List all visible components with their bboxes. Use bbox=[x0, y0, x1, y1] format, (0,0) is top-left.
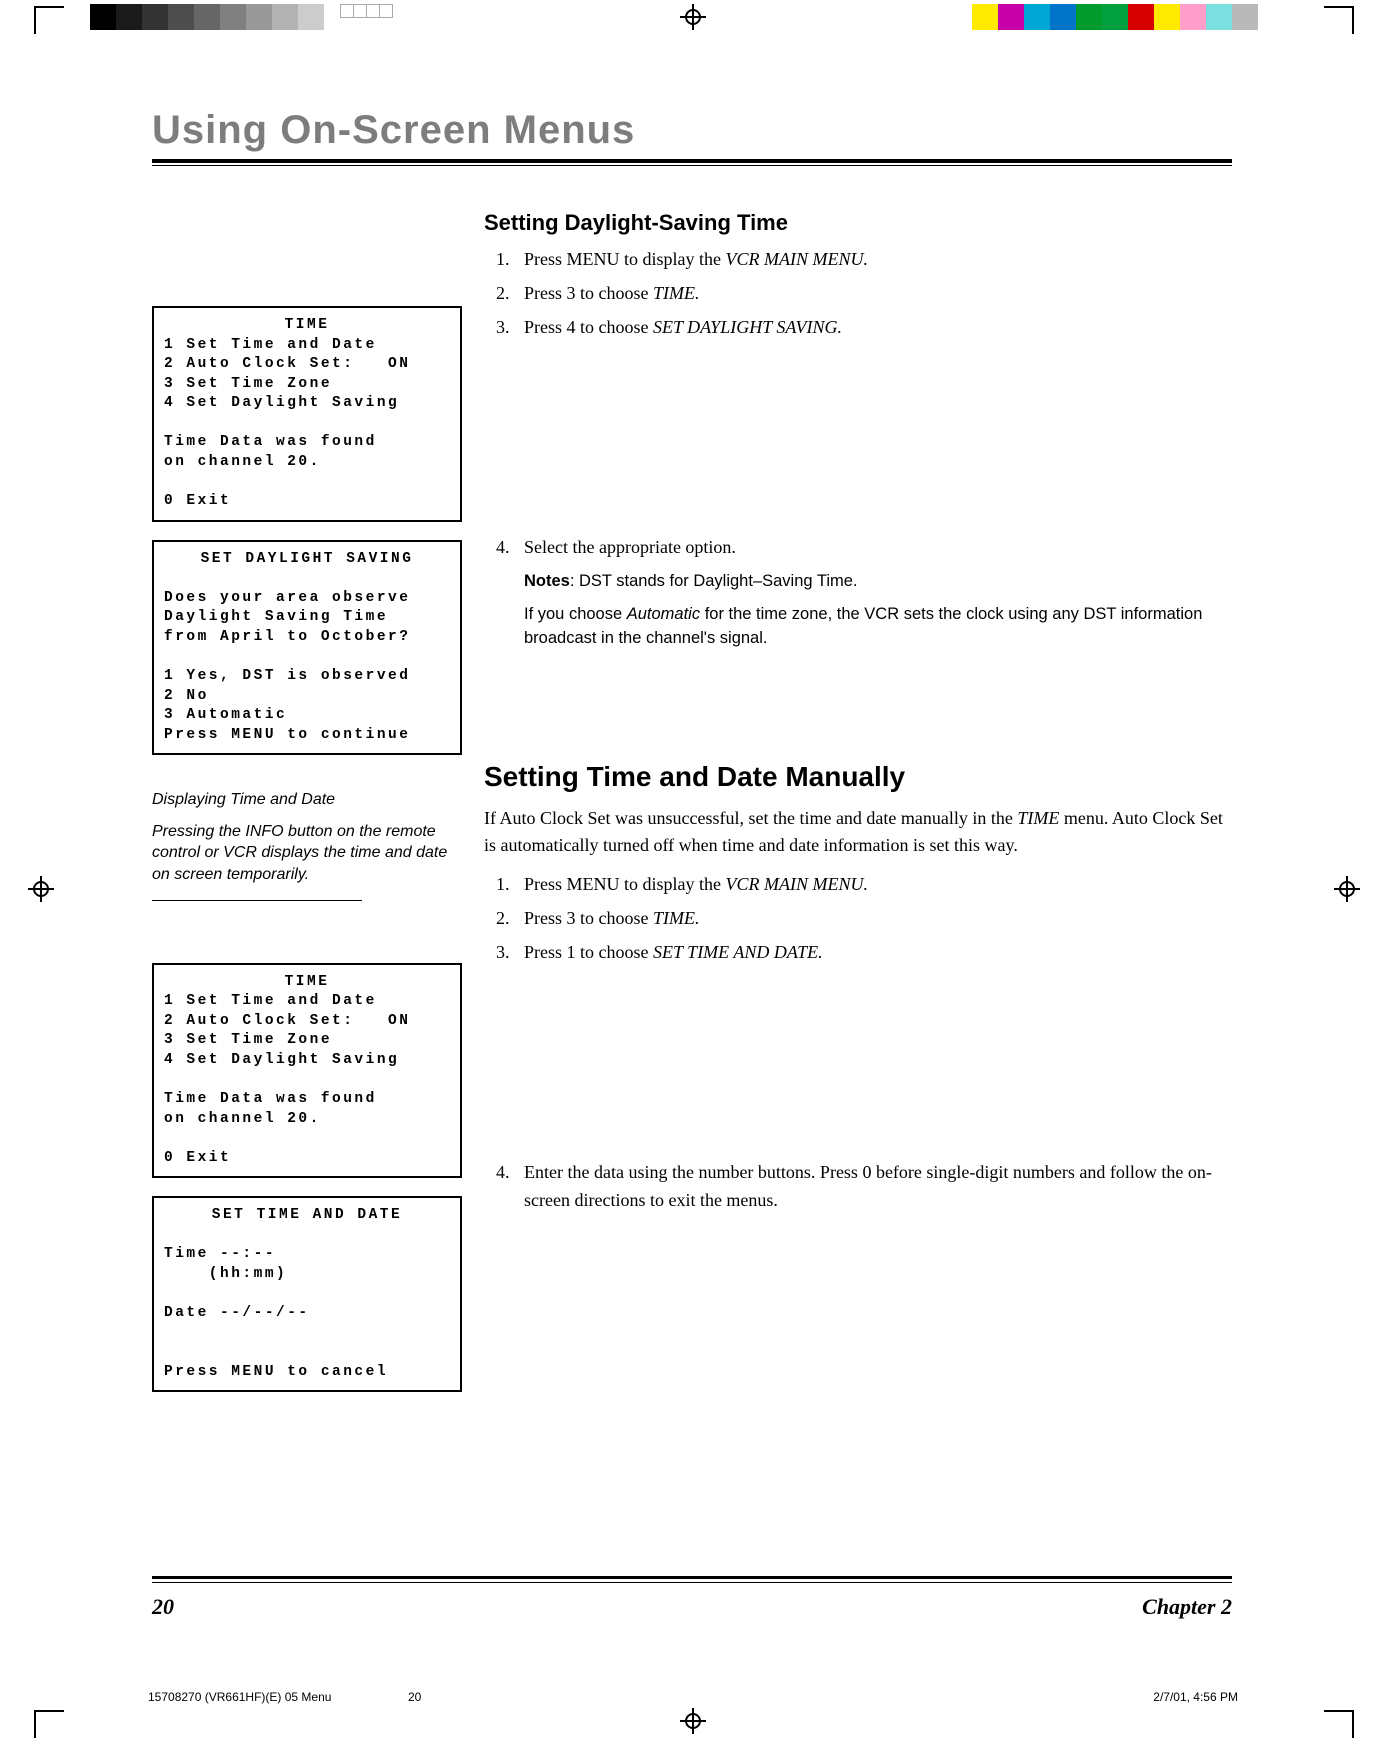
color-swatches bbox=[972, 4, 1258, 35]
printer-marks-top bbox=[0, 0, 1388, 40]
registration-mark-icon bbox=[28, 876, 54, 907]
osd-set-time-date: SET TIME AND DATE Time --:-- (hh:mm) Dat… bbox=[152, 1196, 462, 1392]
divider bbox=[152, 900, 362, 901]
step: Press MENU to display the VCR MAIN MENU. bbox=[514, 246, 1232, 274]
osd-title: SET DAYLIGHT SAVING bbox=[164, 550, 450, 570]
crop-mark-icon bbox=[34, 1710, 64, 1743]
body-paragraph: If Auto Clock Set was unsuccessful, set … bbox=[484, 805, 1232, 859]
footer-rule bbox=[152, 1576, 1232, 1579]
production-footer: 15708270 (VR661HF)(E) 05 Menu 20 2/7/01,… bbox=[148, 1690, 1238, 1704]
grayscale-swatches bbox=[90, 4, 324, 35]
osd-title: TIME bbox=[164, 316, 450, 336]
footer-rule bbox=[152, 1582, 1232, 1583]
osd-body: Time --:-- (hh:mm) Date --/--/-- Press M… bbox=[164, 1246, 388, 1379]
osd-time-menu-2: TIME1 Set Time and Date 2 Auto Clock Set… bbox=[152, 963, 462, 1179]
osd-title: TIME bbox=[164, 973, 450, 993]
step: Press 4 to choose SET DAYLIGHT SAVING. bbox=[514, 314, 1232, 342]
step: Enter the data using the number buttons.… bbox=[514, 1159, 1232, 1215]
registration-mark-icon bbox=[1334, 876, 1360, 907]
chapter-label: Chapter 2 bbox=[1142, 1594, 1232, 1620]
page-title: Using On-Screen Menus bbox=[152, 108, 1232, 153]
steps-list: Press MENU to display the VCR MAIN MENU.… bbox=[514, 871, 1232, 967]
prod-date: 2/7/01, 4:56 PM bbox=[1153, 1690, 1238, 1704]
page-content: Using On-Screen Menus TIME1 Set Time and… bbox=[152, 108, 1232, 1410]
sidebar-note: Displaying Time and Date Pressing the IN… bbox=[152, 789, 462, 900]
paper-swatches bbox=[340, 4, 392, 23]
registration-mark-icon bbox=[680, 4, 706, 35]
notes-block: Notes: DST stands for Daylight–Saving Ti… bbox=[524, 570, 1232, 652]
sidebar-column: TIME1 Set Time and Date 2 Auto Clock Set… bbox=[152, 210, 462, 1410]
crop-mark-icon bbox=[1352, 6, 1354, 39]
crop-mark-icon bbox=[1324, 1710, 1354, 1743]
prod-page: 20 bbox=[408, 1690, 508, 1704]
steps-list-cont: Enter the data using the number buttons.… bbox=[514, 1159, 1232, 1215]
section-heading: Setting Daylight-Saving Time bbox=[484, 210, 1232, 236]
step: Press MENU to display the VCR MAIN MENU. bbox=[514, 871, 1232, 899]
step: Press 1 to choose SET TIME AND DATE. bbox=[514, 939, 1232, 967]
steps-list-cont: Select the appropriate option. Notes: DS… bbox=[514, 534, 1232, 652]
main-column: Setting Daylight-Saving Time Press MENU … bbox=[462, 210, 1232, 1410]
osd-dst-menu: SET DAYLIGHT SAVING Does your area obser… bbox=[152, 540, 462, 756]
prod-doc: 15708270 (VR661HF)(E) 05 Menu bbox=[148, 1690, 408, 1704]
steps-list: Press MENU to display the VCR MAIN MENU.… bbox=[514, 246, 1232, 342]
osd-title: SET TIME AND DATE bbox=[164, 1206, 450, 1226]
osd-body: Does your area observe Daylight Saving T… bbox=[164, 590, 410, 743]
step: Press 3 to choose TIME. bbox=[514, 280, 1232, 308]
registration-mark-icon bbox=[680, 1708, 706, 1739]
sidebar-note-body: Pressing the INFO button on the remote c… bbox=[152, 821, 452, 886]
sidebar-note-heading: Displaying Time and Date bbox=[152, 789, 452, 811]
osd-body: 1 Set Time and Date 2 Auto Clock Set: ON… bbox=[164, 337, 410, 510]
crop-mark-icon bbox=[34, 6, 64, 39]
title-rule bbox=[152, 159, 1232, 163]
osd-body: 1 Set Time and Date 2 Auto Clock Set: ON… bbox=[164, 993, 410, 1166]
osd-time-menu: TIME1 Set Time and Date 2 Auto Clock Set… bbox=[152, 306, 462, 522]
title-rule bbox=[152, 165, 1232, 166]
page-number: 20 bbox=[152, 1594, 174, 1620]
step: Select the appropriate option. Notes: DS… bbox=[514, 534, 1232, 652]
section-heading: Setting Time and Date Manually bbox=[484, 761, 1232, 793]
step: Press 3 to choose TIME. bbox=[514, 905, 1232, 933]
